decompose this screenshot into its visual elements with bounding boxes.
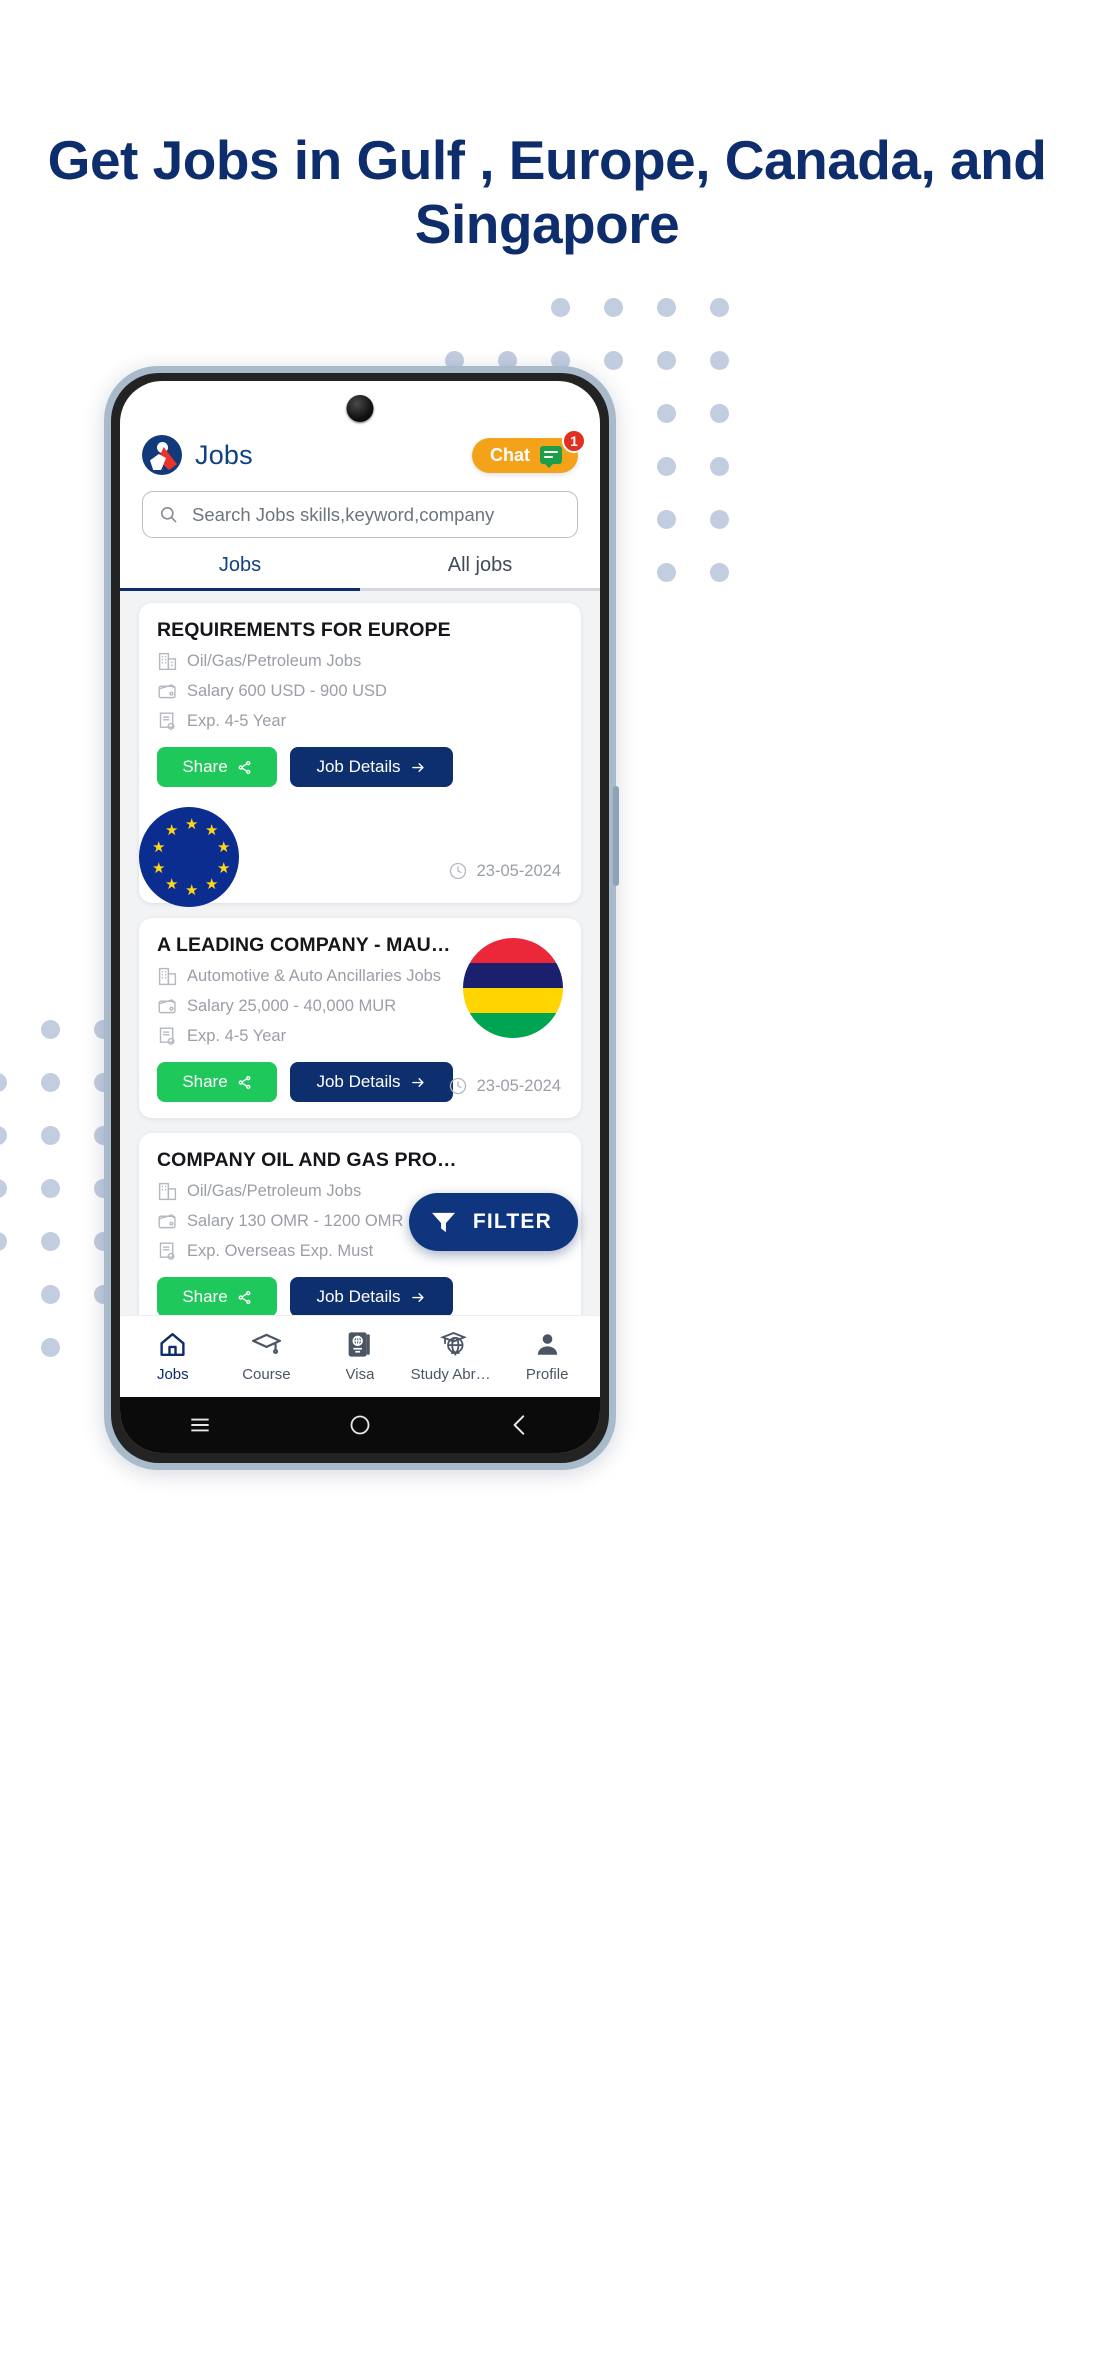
job-details-label: Job Details bbox=[316, 1287, 401, 1306]
nav-item-profile[interactable]: Profile bbox=[504, 1330, 590, 1383]
job-title: A LEADING COMPANY - MAURITIUS bbox=[157, 934, 457, 956]
job-date-row: 23-05-2024 bbox=[448, 1076, 561, 1096]
bottom-navigation: Jobs Course Visa Study Abro… Profile bbox=[120, 1315, 600, 1397]
phone-mockup: Jobs Chat 1 Search Jobs skills,keyword,c… bbox=[104, 366, 619, 1470]
chat-button-label: Chat bbox=[490, 444, 530, 465]
share-button-label: Share bbox=[182, 1287, 228, 1306]
wallet-icon bbox=[158, 684, 176, 699]
dot-grid-left bbox=[0, 1020, 113, 1357]
wallet-icon bbox=[158, 999, 176, 1014]
back-chevron-icon[interactable] bbox=[507, 1412, 533, 1438]
share-button[interactable]: Share bbox=[157, 747, 277, 787]
nav-label-study-abroad: Study Abro… bbox=[410, 1366, 497, 1383]
nav-item-visa[interactable]: Visa bbox=[317, 1330, 403, 1383]
job-date-row: 23-05-2024 bbox=[448, 861, 561, 881]
job-list[interactable]: REQUIREMENTS FOR EUROPE Oil/Gas/Petroleu… bbox=[120, 591, 600, 1315]
graduation-cap-icon bbox=[251, 1333, 281, 1355]
search-icon bbox=[160, 506, 177, 523]
clock-icon bbox=[449, 862, 466, 880]
nav-label-visa: Visa bbox=[345, 1366, 375, 1383]
home-icon bbox=[160, 1333, 185, 1356]
job-salary: Salary 25,000 - 40,000 MUR bbox=[187, 997, 397, 1015]
home-circle-icon[interactable] bbox=[348, 1413, 372, 1437]
app-title: Jobs bbox=[195, 439, 253, 470]
building-icon bbox=[158, 652, 177, 671]
job-date: 23-05-2024 bbox=[476, 1076, 561, 1095]
nav-item-course[interactable]: Course bbox=[223, 1330, 309, 1383]
job-experience: Exp. 4-5 Year bbox=[187, 712, 287, 730]
chat-message-icon bbox=[540, 446, 562, 468]
job-salary: Salary 600 USD - 900 USD bbox=[187, 682, 387, 700]
certificate-icon bbox=[159, 1027, 175, 1045]
page-title: Get Jobs in Gulf , Europe, Canada, and S… bbox=[47, 129, 1047, 256]
clock-icon bbox=[449, 1077, 466, 1095]
job-title: COMPANY OIL AND GAS PROJECT -... bbox=[157, 1149, 457, 1171]
phone-screen: Jobs Chat 1 Search Jobs skills,keyword,c… bbox=[120, 381, 600, 1453]
jobs-logo-icon bbox=[142, 435, 182, 475]
wallet-icon bbox=[158, 1214, 176, 1229]
job-details-label: Job Details bbox=[316, 757, 401, 776]
android-system-bar bbox=[120, 1397, 600, 1453]
filter-funnel-icon bbox=[431, 1212, 455, 1232]
tab-all-jobs[interactable]: All jobs bbox=[360, 554, 600, 591]
arrow-right-icon bbox=[411, 1077, 424, 1087]
building-icon bbox=[158, 967, 177, 986]
nav-label-profile: Profile bbox=[525, 1366, 569, 1383]
phone-bezel: Jobs Chat 1 Search Jobs skills,keyword,c… bbox=[111, 373, 609, 1463]
nav-label-jobs: Jobs bbox=[156, 1366, 189, 1383]
passport-icon bbox=[349, 1332, 371, 1357]
share-icon bbox=[238, 1075, 251, 1089]
arrow-right-icon bbox=[411, 1292, 424, 1302]
job-title: REQUIREMENTS FOR EUROPE bbox=[157, 619, 451, 641]
job-details-button[interactable]: Job Details bbox=[290, 747, 453, 787]
search-section: Search Jobs skills,keyword,company bbox=[120, 475, 600, 538]
job-experience-row: Exp. 4-5 Year bbox=[157, 711, 563, 732]
job-card-actions: Share Job Details bbox=[157, 747, 563, 787]
certificate-icon bbox=[159, 712, 175, 730]
search-placeholder: Search Jobs skills,keyword,company bbox=[192, 503, 495, 525]
job-tabs: Jobs All jobs bbox=[120, 554, 600, 591]
chat-button[interactable]: Chat 1 bbox=[472, 428, 586, 473]
chat-unread-badge: 1 bbox=[562, 428, 586, 453]
job-salary: Salary 130 OMR - 1200 OMR bbox=[187, 1212, 404, 1230]
share-button[interactable]: Share bbox=[157, 1062, 277, 1102]
share-icon bbox=[238, 1290, 251, 1304]
job-experience: Exp. Overseas Exp. Must bbox=[187, 1242, 374, 1260]
job-details-button[interactable]: Job Details bbox=[290, 1277, 453, 1315]
share-icon bbox=[238, 760, 251, 774]
search-input[interactable]: Search Jobs skills,keyword,company bbox=[142, 491, 578, 538]
share-button-label: Share bbox=[182, 1072, 228, 1091]
certificate-icon bbox=[159, 1242, 175, 1260]
arrow-right-icon bbox=[411, 762, 424, 772]
job-category: Oil/Gas/Petroleum Jobs bbox=[187, 652, 362, 670]
job-experience: Exp. 4-5 Year bbox=[187, 1027, 287, 1045]
job-category-row: Oil/Gas/Petroleum Jobs bbox=[157, 651, 563, 672]
filter-button[interactable]: FILTER bbox=[408, 1193, 578, 1251]
job-category: Automotive & Auto Ancillaries Jobs bbox=[187, 967, 442, 985]
filter-button-label: FILTER bbox=[472, 1210, 552, 1233]
job-card-actions: Share Job Details bbox=[157, 1277, 563, 1315]
nav-item-jobs[interactable]: Jobs bbox=[130, 1330, 216, 1383]
job-details-label: Job Details bbox=[316, 1072, 401, 1091]
globe-graduation-icon bbox=[440, 1332, 467, 1356]
nav-label-course: Course bbox=[242, 1366, 291, 1383]
building-icon bbox=[158, 1182, 177, 1201]
brand: Jobs bbox=[142, 435, 253, 475]
phone-side-button bbox=[613, 786, 619, 886]
menu-icon[interactable] bbox=[187, 1412, 213, 1438]
job-salary-row: Salary 600 USD - 900 USD bbox=[157, 681, 563, 702]
europe-flag: ★ ★ ★ ★ ★ ★ ★ ★ ★ ★ bbox=[139, 807, 239, 907]
job-card[interactable]: REQUIREMENTS FOR EUROPE Oil/Gas/Petroleu… bbox=[139, 603, 581, 907]
share-button[interactable]: Share bbox=[157, 1277, 277, 1315]
job-date: 23-05-2024 bbox=[476, 861, 561, 880]
job-category: Oil/Gas/Petroleum Jobs bbox=[187, 1182, 362, 1200]
mauritius-flag bbox=[463, 938, 563, 1038]
share-button-label: Share bbox=[182, 757, 228, 776]
front-camera-icon bbox=[346, 395, 374, 422]
job-card[interactable]: A LEADING COMPANY - MAURITIUS Automotive… bbox=[139, 918, 581, 1118]
job-details-button[interactable]: Job Details bbox=[290, 1062, 453, 1102]
nav-item-study-abroad[interactable]: Study Abro… bbox=[411, 1330, 497, 1383]
person-icon bbox=[537, 1334, 557, 1355]
tab-jobs[interactable]: Jobs bbox=[120, 554, 360, 591]
